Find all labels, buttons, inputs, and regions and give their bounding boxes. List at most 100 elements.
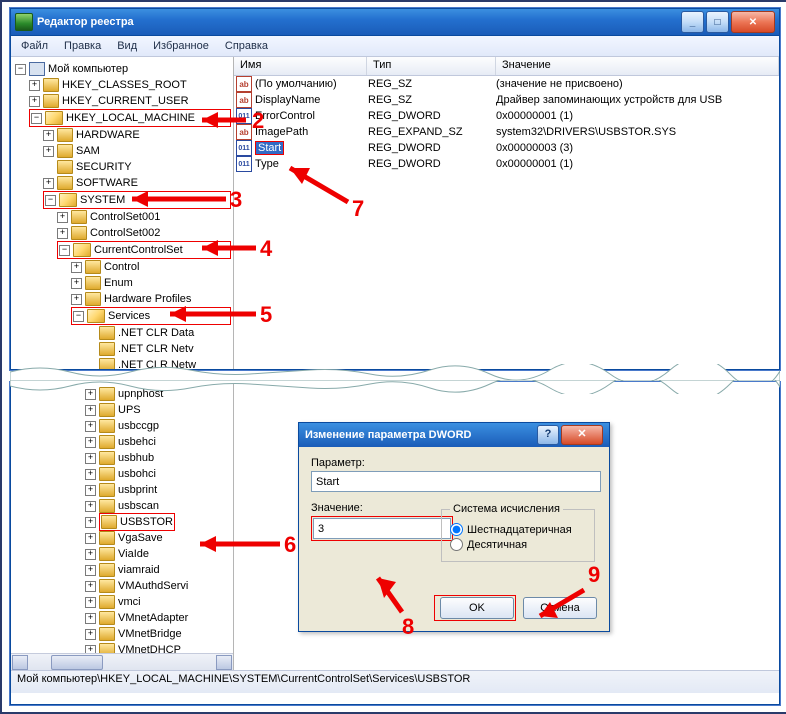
expand-icon[interactable]: + (71, 294, 82, 305)
dialog-close-button[interactable]: ✕ (561, 425, 603, 445)
tree-svc0[interactable]: .NET CLR Data (118, 325, 194, 341)
expand-icon[interactable]: + (57, 228, 68, 239)
list-row[interactable]: abDisplayNameREG_SZДрайвер запоминающих … (234, 92, 779, 108)
expand-icon[interactable]: + (85, 421, 96, 432)
tree-hwprof[interactable]: Hardware Profiles (104, 291, 191, 307)
tree-item[interactable]: USBSTOR (120, 514, 173, 530)
tree-root[interactable]: Мой компьютер (48, 61, 128, 77)
tree-cs002[interactable]: ControlSet002 (90, 225, 160, 241)
value-list-pane[interactable]: Имя Тип Значение ab(По умолчанию)REG_SZ(… (234, 57, 779, 369)
scroll-right-icon[interactable] (216, 655, 232, 670)
list-row[interactable]: 011StartREG_DWORD0x00000003 (3) (234, 140, 779, 156)
menu-fav[interactable]: Избранное (145, 38, 217, 54)
value-field[interactable] (313, 518, 451, 539)
col-value[interactable]: Значение (496, 57, 779, 75)
maximize-button[interactable]: □ (706, 11, 729, 33)
tree-hardware[interactable]: HARDWARE (76, 127, 140, 143)
expand-icon[interactable]: + (85, 565, 96, 576)
tree-pane-lower[interactable]: +upnphost+UPS+usbccgp+usbehci+usbhub+usb… (11, 382, 234, 670)
tree-item[interactable]: usbscan (118, 498, 159, 514)
titlebar[interactable]: Редактор реестра _ □ ✕ (11, 9, 779, 36)
menu-file[interactable]: Файл (13, 38, 56, 54)
tree-item[interactable]: viamraid (118, 562, 160, 578)
expand-icon[interactable]: + (85, 437, 96, 448)
minimize-button[interactable]: _ (681, 11, 704, 33)
tree-pane[interactable]: − Мой компьютер + HKEY_CLASSES_ROOT + HKEY_… (11, 57, 234, 369)
tree-sam[interactable]: SAM (76, 143, 100, 159)
tree-item[interactable]: VgaSave (118, 530, 163, 546)
expand-icon[interactable]: + (29, 80, 40, 91)
dword-edit-dialog[interactable]: Изменение параметра DWORD ? ✕ Параметр: … (298, 422, 610, 632)
expand-icon[interactable]: + (29, 96, 40, 107)
expand-icon[interactable]: + (85, 581, 96, 592)
expand-icon[interactable]: + (85, 549, 96, 560)
expand-icon[interactable]: + (43, 146, 54, 157)
expand-icon[interactable]: + (85, 501, 96, 512)
col-type[interactable]: Тип (367, 57, 496, 75)
tree-item[interactable]: VMnetBridge (118, 626, 182, 642)
tree-item[interactable]: VMAuthdServi (118, 578, 188, 594)
tree-cs001[interactable]: ControlSet001 (90, 209, 160, 225)
tree-software[interactable]: SOFTWARE (76, 175, 138, 191)
expand-icon[interactable]: − (59, 245, 70, 256)
expand-icon[interactable]: + (85, 597, 96, 608)
expand-icon[interactable]: + (85, 485, 96, 496)
list-row[interactable]: abImagePathREG_EXPAND_SZsystem32\DRIVERS… (234, 124, 779, 140)
tree-item[interactable]: UPS (118, 402, 141, 418)
tree-hkcr[interactable]: HKEY_CLASSES_ROOT (62, 77, 187, 93)
tree-hklm[interactable]: HKEY_LOCAL_MACHINE (66, 110, 195, 126)
tree-item[interactable]: usbehci (118, 434, 156, 450)
list-header[interactable]: Имя Тип Значение (234, 57, 779, 76)
list-row[interactable]: ab(По умолчанию)REG_SZ(значение не присв… (234, 76, 779, 92)
tree-item[interactable]: usbhub (118, 450, 154, 466)
expand-icon[interactable]: + (85, 469, 96, 480)
expand-icon[interactable]: + (71, 262, 82, 273)
radio-dec[interactable] (450, 538, 463, 551)
tree-svc1[interactable]: .NET CLR Netv (118, 341, 194, 357)
tree-item[interactable]: vmci (118, 594, 141, 610)
param-field[interactable] (311, 471, 601, 492)
tree-security[interactable]: SECURITY (76, 159, 132, 175)
dialog-titlebar[interactable]: Изменение параметра DWORD ? ✕ (299, 423, 609, 447)
expand-icon[interactable]: + (85, 613, 96, 624)
tree-enum[interactable]: Enum (104, 275, 133, 291)
tree-item[interactable]: usbprint (118, 482, 157, 498)
tree-hkcu[interactable]: HKEY_CURRENT_USER (62, 93, 189, 109)
expand-icon[interactable]: − (31, 113, 42, 124)
scroll-thumb[interactable] (51, 655, 103, 670)
ok-button[interactable]: OK (440, 597, 514, 619)
tree-item[interactable]: usbccgp (118, 418, 159, 434)
expand-icon[interactable]: − (45, 195, 56, 206)
cancel-button[interactable]: Отмена (523, 597, 597, 619)
expand-icon[interactable]: + (85, 517, 96, 528)
expand-icon[interactable]: + (85, 405, 96, 416)
tree-system[interactable]: SYSTEM (80, 192, 125, 208)
window-title: Редактор реестра (37, 16, 679, 28)
tree-item[interactable]: ViaIde (118, 546, 149, 562)
list-row[interactable]: 011ErrorControlREG_DWORD0x00000001 (1) (234, 108, 779, 124)
radio-hex[interactable] (450, 523, 463, 536)
close-button[interactable]: ✕ (731, 11, 775, 33)
col-name[interactable]: Имя (234, 57, 367, 75)
help-button[interactable]: ? (537, 425, 559, 445)
list-row[interactable]: 011TypeREG_DWORD0x00000001 (1) (234, 156, 779, 172)
expand-icon[interactable]: + (57, 212, 68, 223)
expand-icon[interactable]: − (73, 311, 84, 322)
tree-item[interactable]: VMnetAdapter (118, 610, 188, 626)
tree-control[interactable]: Control (104, 259, 139, 275)
menu-view[interactable]: Вид (109, 38, 145, 54)
expand-icon[interactable]: − (15, 64, 26, 75)
h-scrollbar[interactable] (11, 653, 233, 670)
expand-icon[interactable]: + (85, 533, 96, 544)
menu-help[interactable]: Справка (217, 38, 276, 54)
expand-icon[interactable]: + (85, 453, 96, 464)
expand-icon[interactable]: + (43, 178, 54, 189)
tree-item[interactable]: usbohci (118, 466, 156, 482)
tree-ccs[interactable]: CurrentControlSet (94, 242, 183, 258)
expand-icon[interactable]: + (85, 629, 96, 640)
expand-icon[interactable]: + (71, 278, 82, 289)
scroll-left-icon[interactable] (12, 655, 28, 670)
expand-icon[interactable]: + (43, 130, 54, 141)
tree-services[interactable]: Services (108, 308, 150, 324)
menu-edit[interactable]: Правка (56, 38, 109, 54)
